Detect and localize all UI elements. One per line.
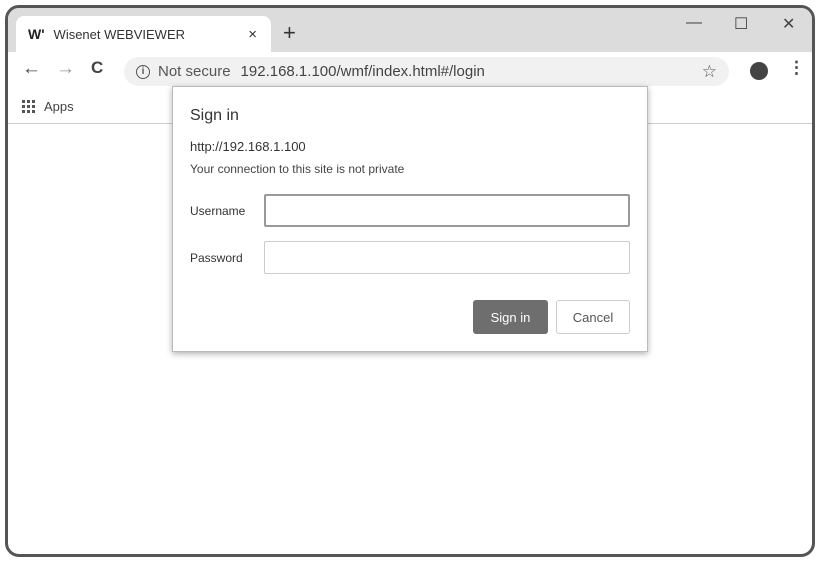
apps-grid-icon: [22, 100, 35, 113]
address-bar[interactable]: i Not secure 192.168.1.100/wmf/index.htm…: [124, 57, 729, 86]
dialog-title: Sign in: [190, 107, 239, 124]
cancel-button[interactable]: Cancel: [556, 300, 630, 334]
info-icon[interactable]: i: [136, 64, 150, 79]
new-tab-button[interactable]: +: [283, 20, 296, 46]
back-button[interactable]: ←: [22, 58, 41, 80]
wisenet-logo-icon: W': [28, 26, 45, 42]
apps-bookmark[interactable]: Apps: [44, 99, 74, 114]
bookmark-star-icon[interactable]: ☆: [702, 62, 717, 82]
toolbar: ← → C i Not secure 192.168.1.100/wmf/ind…: [8, 52, 812, 90]
password-label: Password: [190, 250, 243, 265]
maximize-button[interactable]: ☐: [734, 14, 748, 34]
tab-wisenet[interactable]: W' Wisenet WEBVIEWER ×: [16, 16, 271, 52]
sign-in-button[interactable]: Sign in: [473, 300, 548, 334]
sign-in-dialog: Sign in http://192.168.1.100 Your connec…: [172, 86, 648, 352]
username-input[interactable]: [264, 194, 630, 227]
url-text[interactable]: 192.168.1.100/wmf/index.html#/login: [241, 63, 485, 80]
menu-icon[interactable]: ⋮: [788, 58, 805, 78]
tab-title: Wisenet WEBVIEWER: [53, 26, 186, 42]
dialog-warning: Your connection to this site is not priv…: [190, 162, 405, 176]
close-window-button[interactable]: ✕: [782, 14, 795, 34]
forward-button[interactable]: →: [56, 58, 75, 80]
security-label: Not secure: [158, 63, 231, 80]
minimize-button[interactable]: —: [686, 14, 702, 32]
username-label: Username: [190, 203, 246, 218]
dialog-origin: http://192.168.1.100: [190, 139, 306, 154]
tab-close-icon[interactable]: ×: [248, 26, 257, 43]
profile-avatar-icon[interactable]: [750, 62, 768, 80]
password-input[interactable]: [264, 241, 630, 274]
reload-button[interactable]: C: [91, 58, 103, 78]
tab-strip: W' Wisenet WEBVIEWER × + — ☐ ✕: [8, 8, 812, 52]
